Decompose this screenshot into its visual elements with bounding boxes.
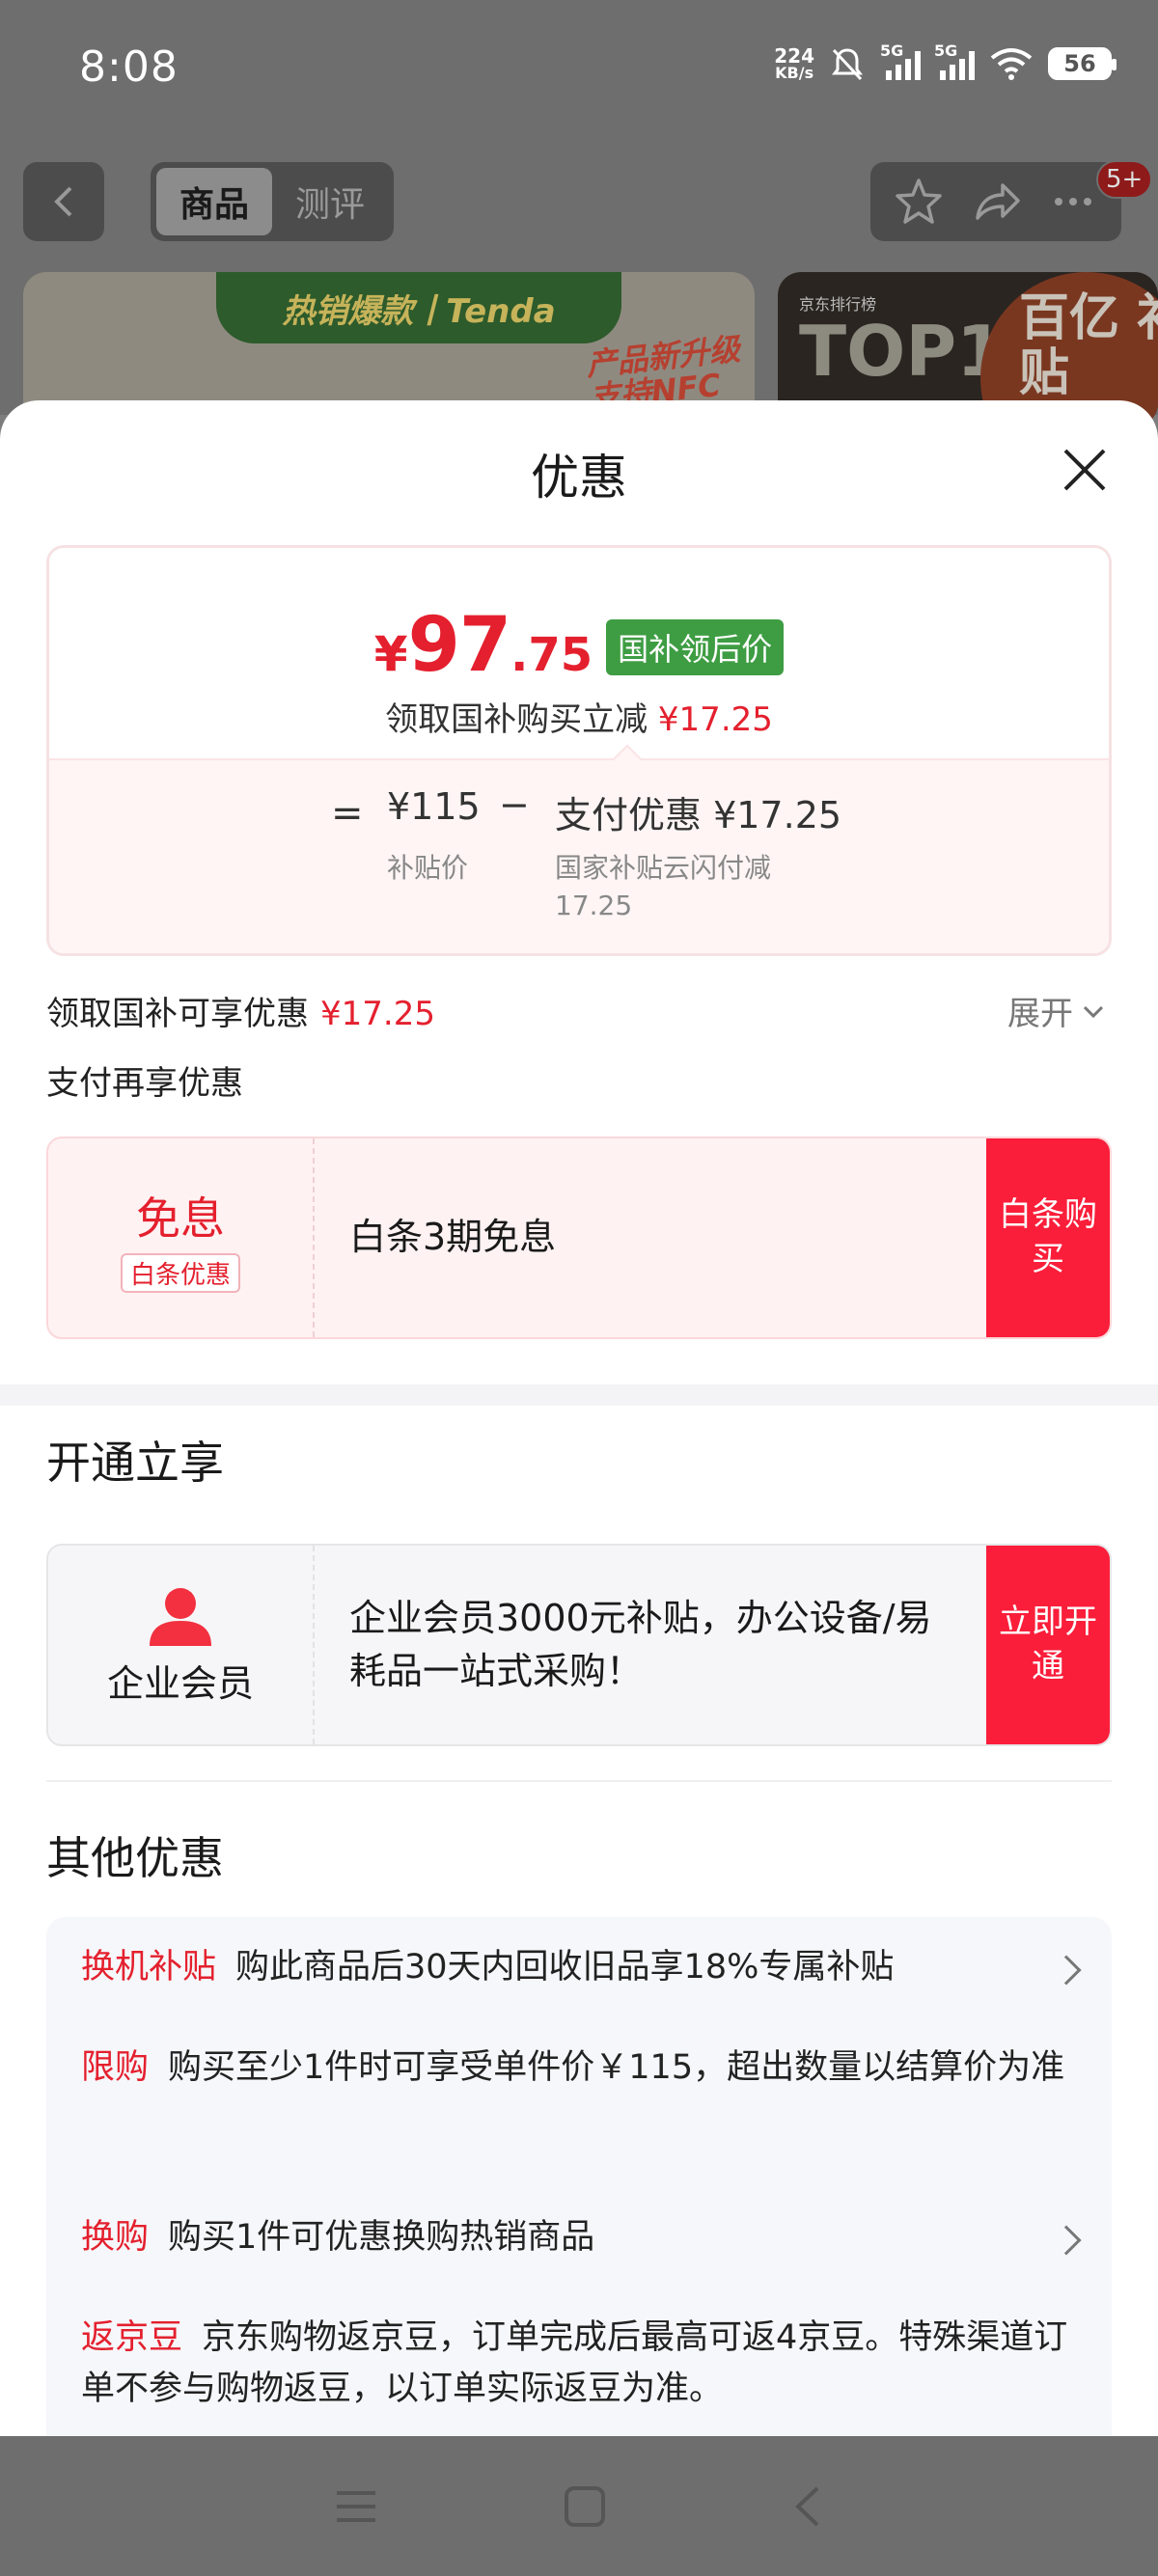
chevron-left-icon — [54, 186, 72, 217]
baitiao-badge: 白条优惠 — [120, 1252, 240, 1293]
minus-sign: − — [499, 783, 530, 826]
price-card: ¥ 97 .75 国补领后价 领取国补购买立减 ¥17.25 = ¥115 补贴… — [46, 545, 1112, 956]
tab-review[interactable]: 测评 — [272, 168, 388, 235]
more-icon[interactable] — [1047, 176, 1099, 228]
other-offers-list: 换机补贴 购此商品后30天内回收旧品享18%专属补贴 限购 购买至少1件时可享受单件… — [46, 1917, 1112, 2436]
status-time: 8:08 — [79, 42, 179, 92]
section-divider — [0, 1384, 1158, 1406]
system-nav-bar — [0, 2436, 1158, 2576]
offer-exchange[interactable]: 换购 购买1件可优惠换购热销商品 — [81, 2212, 1046, 2263]
status-bar: 8:08 224 KB/s 5G 5G 56 — [0, 0, 1158, 135]
bell-muted-icon — [832, 48, 863, 81]
signal-icon: 5G — [880, 41, 921, 80]
chevron-right-icon[interactable] — [1051, 2225, 1082, 2256]
wifi-icon — [990, 48, 1033, 80]
divider — [46, 1780, 1112, 1782]
ranking-top-text: TOP1 — [799, 311, 1006, 392]
battery-icon: 56 — [1048, 47, 1117, 80]
menu-icon[interactable] — [333, 2487, 379, 2526]
home-icon[interactable] — [563, 2484, 607, 2529]
equals-sign: = — [331, 791, 364, 836]
discount-sheet: 优惠 ¥ 97 .75 国补领后价 领取国补购买立减 ¥17.25 = ¥115… — [0, 400, 1158, 2436]
subsidy-price-tag: 国补领后价 — [606, 619, 785, 675]
payment-discount-label: 国家补贴云闪付减 17.25 — [555, 852, 772, 922]
expand-button[interactable]: 展开 — [1007, 987, 1106, 1034]
interest-free-label: 免息 — [136, 1192, 225, 1245]
baitiao-coupon: 免息 白条优惠 白条3期免息 白条购买 — [46, 1137, 1112, 1339]
tab-product[interactable]: 商品 — [156, 168, 272, 235]
member-open-button[interactable]: 立即开通 — [986, 1546, 1110, 1744]
subsidy-base-label: 补贴价 — [387, 852, 469, 884]
status-icons: 224 KB/s 5G 5G 56 — [774, 41, 1117, 83]
back-button[interactable] — [23, 162, 104, 241]
header-actions — [870, 162, 1121, 241]
baitiao-desc: 白条3期免息 — [349, 1216, 557, 1259]
message-badge: 5+ — [1096, 160, 1153, 199]
payment-offer-heading: 支付再享优惠 — [46, 1064, 243, 1103]
baitiao-buy-button[interactable]: 白条购买 — [986, 1138, 1110, 1337]
offer-purchase-limit: 限购 购买至少1件时可享受单件价￥115，超出数量以结算价为准 — [81, 2048, 1065, 2087]
member-desc: 企业会员3000元补贴，办公设备/易耗品一站式采购！ — [349, 1596, 932, 1692]
page-tabs: 商品 测评 — [151, 162, 394, 241]
chevron-down-icon — [1083, 1005, 1104, 1018]
star-icon[interactable] — [893, 176, 945, 228]
member-card: 企业会员 企业会员3000元补贴，办公设备/易耗品一站式采购！ 立即开通 — [46, 1544, 1112, 1746]
national-subsidy-line: 领取国补可享优惠 ¥17.25 — [46, 995, 435, 1033]
section-title-open: 开通立享 — [46, 1437, 224, 1489]
banner-strip-text: 热销爆款丨Tenda — [216, 272, 621, 343]
price-breakdown: = ¥115 补贴价 − 支付优惠 ¥17.25 国家补贴云闪付减 17.25 — [49, 758, 1109, 953]
user-icon — [150, 1587, 211, 1646]
back-icon[interactable] — [790, 2484, 825, 2529]
offer-jingdou: 返京豆 京东购物返京豆，订单完成后最高可返4京豆。特殊渠道订单不参与购物返豆，以订… — [81, 2318, 1068, 2408]
sheet-title: 优惠 — [531, 450, 627, 506]
member-label: 企业会员 — [106, 1661, 254, 1705]
subsidy-base-price: ¥115 — [387, 785, 481, 828]
net-speed: 224 KB/s — [774, 44, 814, 82]
close-icon[interactable] — [1058, 443, 1112, 497]
section-title-other: 其他优惠 — [46, 1832, 224, 1884]
chevron-right-icon[interactable] — [1051, 1955, 1082, 1986]
final-price: ¥ 97 .75 — [373, 602, 593, 689]
payment-discount: 支付优惠 ¥17.25 — [555, 794, 842, 836]
signal-icon: 5G — [934, 41, 975, 80]
share-icon[interactable] — [970, 176, 1022, 228]
offer-trade-in[interactable]: 换机补贴 购此商品后30天内回收旧品享18%专属补贴 — [81, 1942, 1046, 1993]
price-subtitle: 领取国补购买立减 ¥17.25 — [385, 700, 773, 739]
